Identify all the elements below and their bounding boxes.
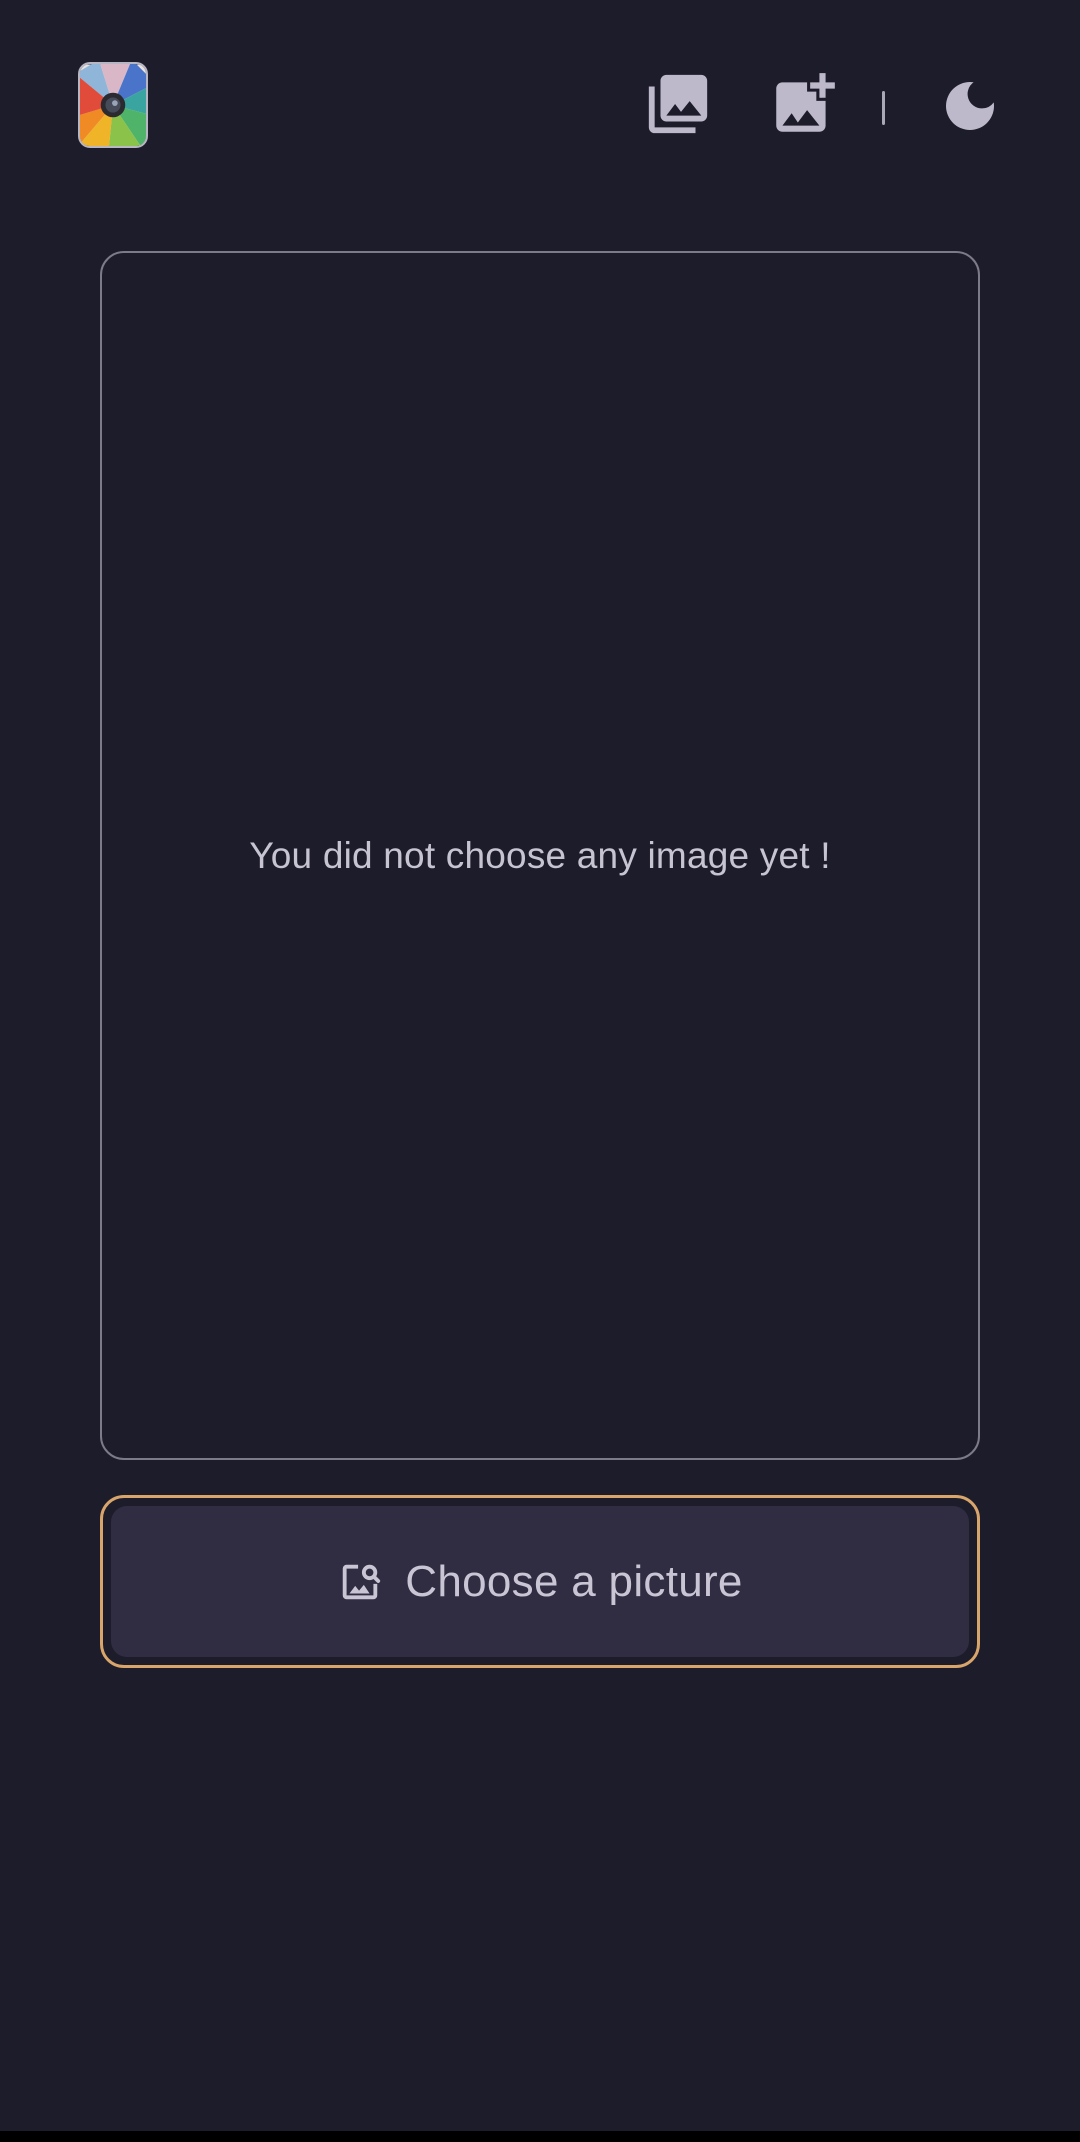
app-logo [78,62,148,148]
theme-toggle-button[interactable] [934,70,1006,142]
gallery-button[interactable] [638,66,718,142]
choose-picture-label: Choose a picture [405,1556,743,1606]
gallery-icon [648,74,708,134]
toolbar-divider [882,91,885,125]
image-preview-area: You did not choose any image yet ! [100,251,980,1460]
choose-picture-button[interactable]: Choose a picture [111,1506,969,1657]
empty-state-message: You did not choose any image yet ! [249,834,831,876]
add-image-button[interactable] [762,66,846,142]
system-navigation-bar [0,2131,1080,2142]
add-image-icon [776,73,835,132]
image-search-icon [337,1559,383,1605]
moon-icon [946,82,994,130]
choose-picture-focus-outline: Choose a picture [100,1495,980,1668]
